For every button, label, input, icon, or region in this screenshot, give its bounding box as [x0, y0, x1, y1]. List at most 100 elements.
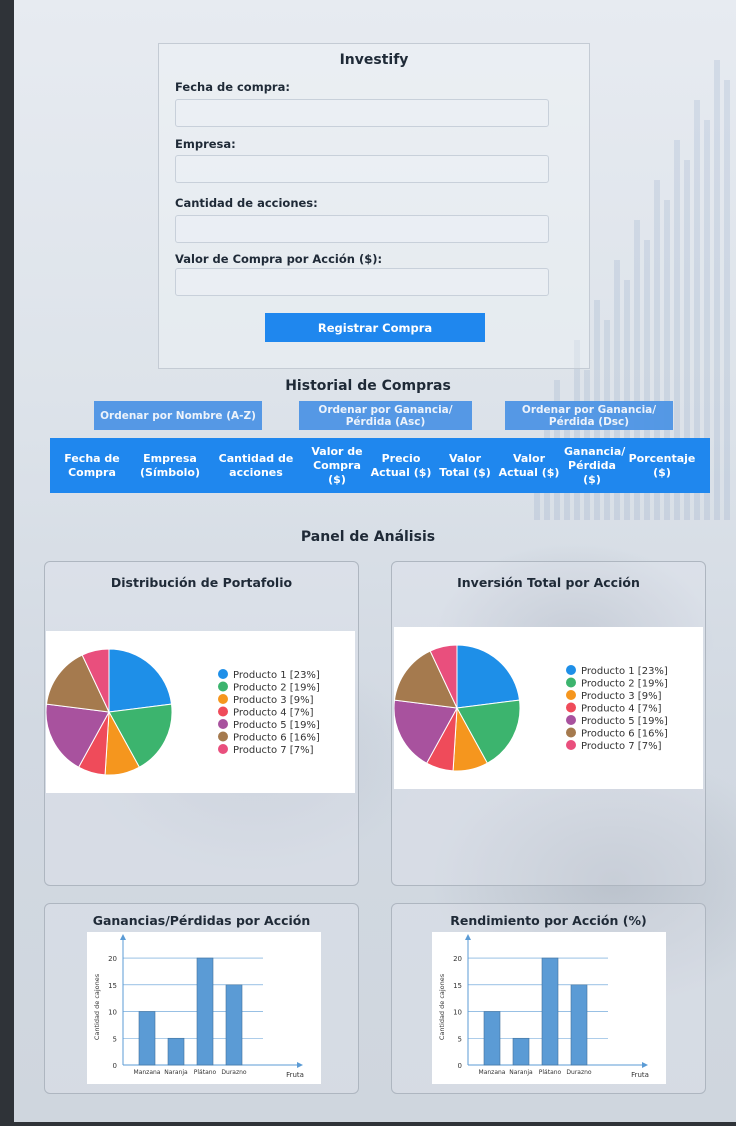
x-tick-label: Manzana	[134, 1069, 161, 1076]
legend-marker-5	[218, 719, 228, 729]
bar-manzana	[483, 1011, 501, 1066]
pie-slice-1	[108, 648, 173, 713]
x-tick-label: Plátano	[539, 1069, 562, 1076]
column-header-total-value[interactable]: Valor Total ($)	[434, 452, 496, 480]
legend-marker-5	[566, 715, 576, 725]
bar-chart-svg: 0 5 10 15 20 Manzana Naranja Plátano Durazno Frut…	[438, 934, 649, 1079]
company-label: Empresa:	[175, 137, 236, 151]
x-axis-label: Fruta	[286, 1071, 304, 1079]
legend-marker-7	[566, 740, 576, 750]
y-axis-label: Cantidad de cajones	[438, 973, 446, 1040]
column-header-gain-loss[interactable]: Ganancia/ Pérdida ($)	[562, 445, 625, 487]
pie-slice-1	[456, 644, 521, 709]
sort-gain-desc-button[interactable]: Ordenar por Ganancia/ Pérdida (Dsc)	[505, 401, 673, 430]
legend-label-7: Producto 7 [7%]	[233, 745, 314, 756]
y-tick-label: 20	[108, 955, 117, 963]
legend-label-5: Producto 5 [19%]	[233, 720, 320, 731]
register-purchase-button[interactable]: Registrar Compra	[265, 313, 485, 342]
x-axis-label: Fruta	[631, 1071, 649, 1079]
legend-marker-7	[218, 744, 228, 754]
y-tick-label: 0	[113, 1062, 117, 1070]
column-header-percentage[interactable]: Porcentaje ($)	[622, 452, 702, 480]
sort-gain-asc-button[interactable]: Ordenar por Ganancia/ Pérdida (Asc)	[299, 401, 472, 430]
app-title: Investify	[339, 52, 409, 68]
gain-loss-bar-chart: 0 5 10 15 20 Manzana Naranja Plátano Durazno Frut…	[87, 932, 321, 1084]
purchase-date-label: Fecha de compra:	[175, 80, 290, 94]
purchase-date-input[interactable]	[175, 99, 549, 127]
analysis-title: Panel de Análisis	[300, 529, 436, 545]
bar-manzana	[138, 1011, 156, 1066]
y-tick-label: 0	[458, 1062, 462, 1070]
gain-loss-panel: Ganancias/Pérdidas por Acción 0 5 10 15 20 Ma…	[44, 903, 359, 1094]
legend-marker-2	[566, 677, 576, 688]
column-header-current-price[interactable]: Precio Actual ($)	[368, 452, 434, 480]
bar-naranja	[167, 1037, 185, 1066]
legend-label-6: Producto 6 [16%]	[581, 729, 668, 740]
legend-label-3: Producto 3 [9%]	[233, 695, 314, 706]
performance-bar-chart: 0 5 10 15 20 Manzana Naranja Plátano Durazno Frut…	[432, 932, 666, 1084]
pie-chart-svg: Producto 1 [23%]Producto 2 [19%]Producto…	[45, 648, 320, 776]
x-tick-label: Manzana	[479, 1069, 506, 1076]
legend-marker-1	[566, 665, 576, 675]
legend-label-1: Producto 1 [23%]	[233, 670, 320, 681]
y-axis-arrow	[120, 934, 126, 940]
column-header-company[interactable]: Empresa (Símbolo)	[134, 452, 206, 480]
panel-title: Inversión Total por Acción	[457, 575, 640, 590]
legend-marker-4	[566, 702, 576, 713]
pie-chart-svg: Producto 1 [23%]Producto 2 [19%]Producto…	[393, 644, 668, 772]
panel-title: Ganancias/Pérdidas por Acción	[92, 913, 311, 928]
x-axis-arrow	[642, 1062, 648, 1068]
legend-label-2: Producto 2 [19%]	[233, 683, 320, 694]
y-tick-label: 10	[453, 1009, 462, 1017]
share-quantity-input[interactable]	[175, 215, 549, 243]
company-input[interactable]	[175, 155, 549, 183]
legend-label-5: Producto 5 [19%]	[581, 716, 668, 727]
y-tick-label: 15	[453, 982, 462, 990]
x-tick-label: Naranja	[509, 1069, 533, 1076]
legend-marker-1	[218, 669, 228, 679]
panel-title: Rendimiento por Acción (%)	[450, 913, 647, 928]
legend-label-3: Producto 3 [9%]	[581, 691, 662, 702]
legend-label-2: Producto 2 [19%]	[581, 679, 668, 690]
investment-by-stock-panel: Inversión Total por Acción Producto 1 [2…	[391, 561, 706, 886]
y-tick-label: 5	[458, 1035, 462, 1043]
y-axis-label: Cantidad de cajones	[93, 973, 101, 1040]
legend-marker-3	[566, 690, 576, 700]
y-tick-label: 10	[108, 1009, 117, 1017]
history-table-header: Fecha de Compra Empresa (Símbolo) Cantid…	[50, 438, 710, 493]
x-axis-arrow	[297, 1062, 303, 1068]
bar-chart-svg: 0 5 10 15 20 Manzana Naranja Plátano Durazno Frut…	[93, 934, 304, 1079]
legend-label-1: Producto 1 [23%]	[581, 666, 668, 677]
column-header-current-value[interactable]: Valor Actual ($)	[496, 452, 562, 480]
y-tick-label: 20	[453, 955, 462, 963]
legend-label-4: Producto 4 [7%]	[581, 704, 662, 715]
y-tick-label: 15	[108, 982, 117, 990]
x-tick-label: Naranja	[164, 1069, 188, 1076]
portfolio-pie-chart: Producto 1 [23%] Producto 2 [19%] Producto…	[45, 631, 355, 793]
legend-label-7: Producto 7 [7%]	[581, 741, 662, 752]
purchase-price-label: Valor de Compra por Acción ($):	[175, 252, 383, 266]
bar-naranja	[512, 1037, 530, 1066]
purchase-form: Investify Fecha de compra: Empresa: Cant…	[158, 43, 590, 369]
bar-durazno	[570, 984, 588, 1066]
bar-plátano	[541, 957, 559, 1066]
x-tick-label: Plátano	[194, 1069, 217, 1076]
panel-title: Distribución de Portafolio	[110, 575, 293, 590]
history-title: Historial de Compras	[285, 378, 451, 394]
performance-panel: Rendimiento por Acción (%) 0 5 10 15 20 Manza…	[391, 903, 706, 1094]
window-edge-bottom	[0, 1122, 736, 1126]
y-axis-arrow	[465, 934, 471, 940]
column-header-date[interactable]: Fecha de Compra	[50, 452, 134, 480]
purchase-price-input[interactable]	[175, 268, 549, 296]
y-tick-label: 5	[113, 1035, 117, 1043]
investment-pie-chart: Producto 1 [23%] Producto 2 [19%] Producto…	[393, 627, 703, 789]
legend-label-4: Producto 4 [7%]	[233, 708, 314, 719]
x-tick-label: Durazno	[566, 1069, 592, 1076]
bar-plátano	[196, 957, 214, 1066]
sort-name-asc-button[interactable]: Ordenar por Nombre (A-Z)	[94, 401, 262, 430]
bar-durazno	[225, 984, 243, 1066]
column-header-quantity[interactable]: Cantidad de acciones	[206, 452, 306, 480]
legend-label-6: Producto 6 [16%]	[233, 733, 320, 744]
column-header-purchase-value[interactable]: Valor de Compra ($)	[306, 445, 368, 487]
legend-marker-4	[218, 706, 228, 717]
